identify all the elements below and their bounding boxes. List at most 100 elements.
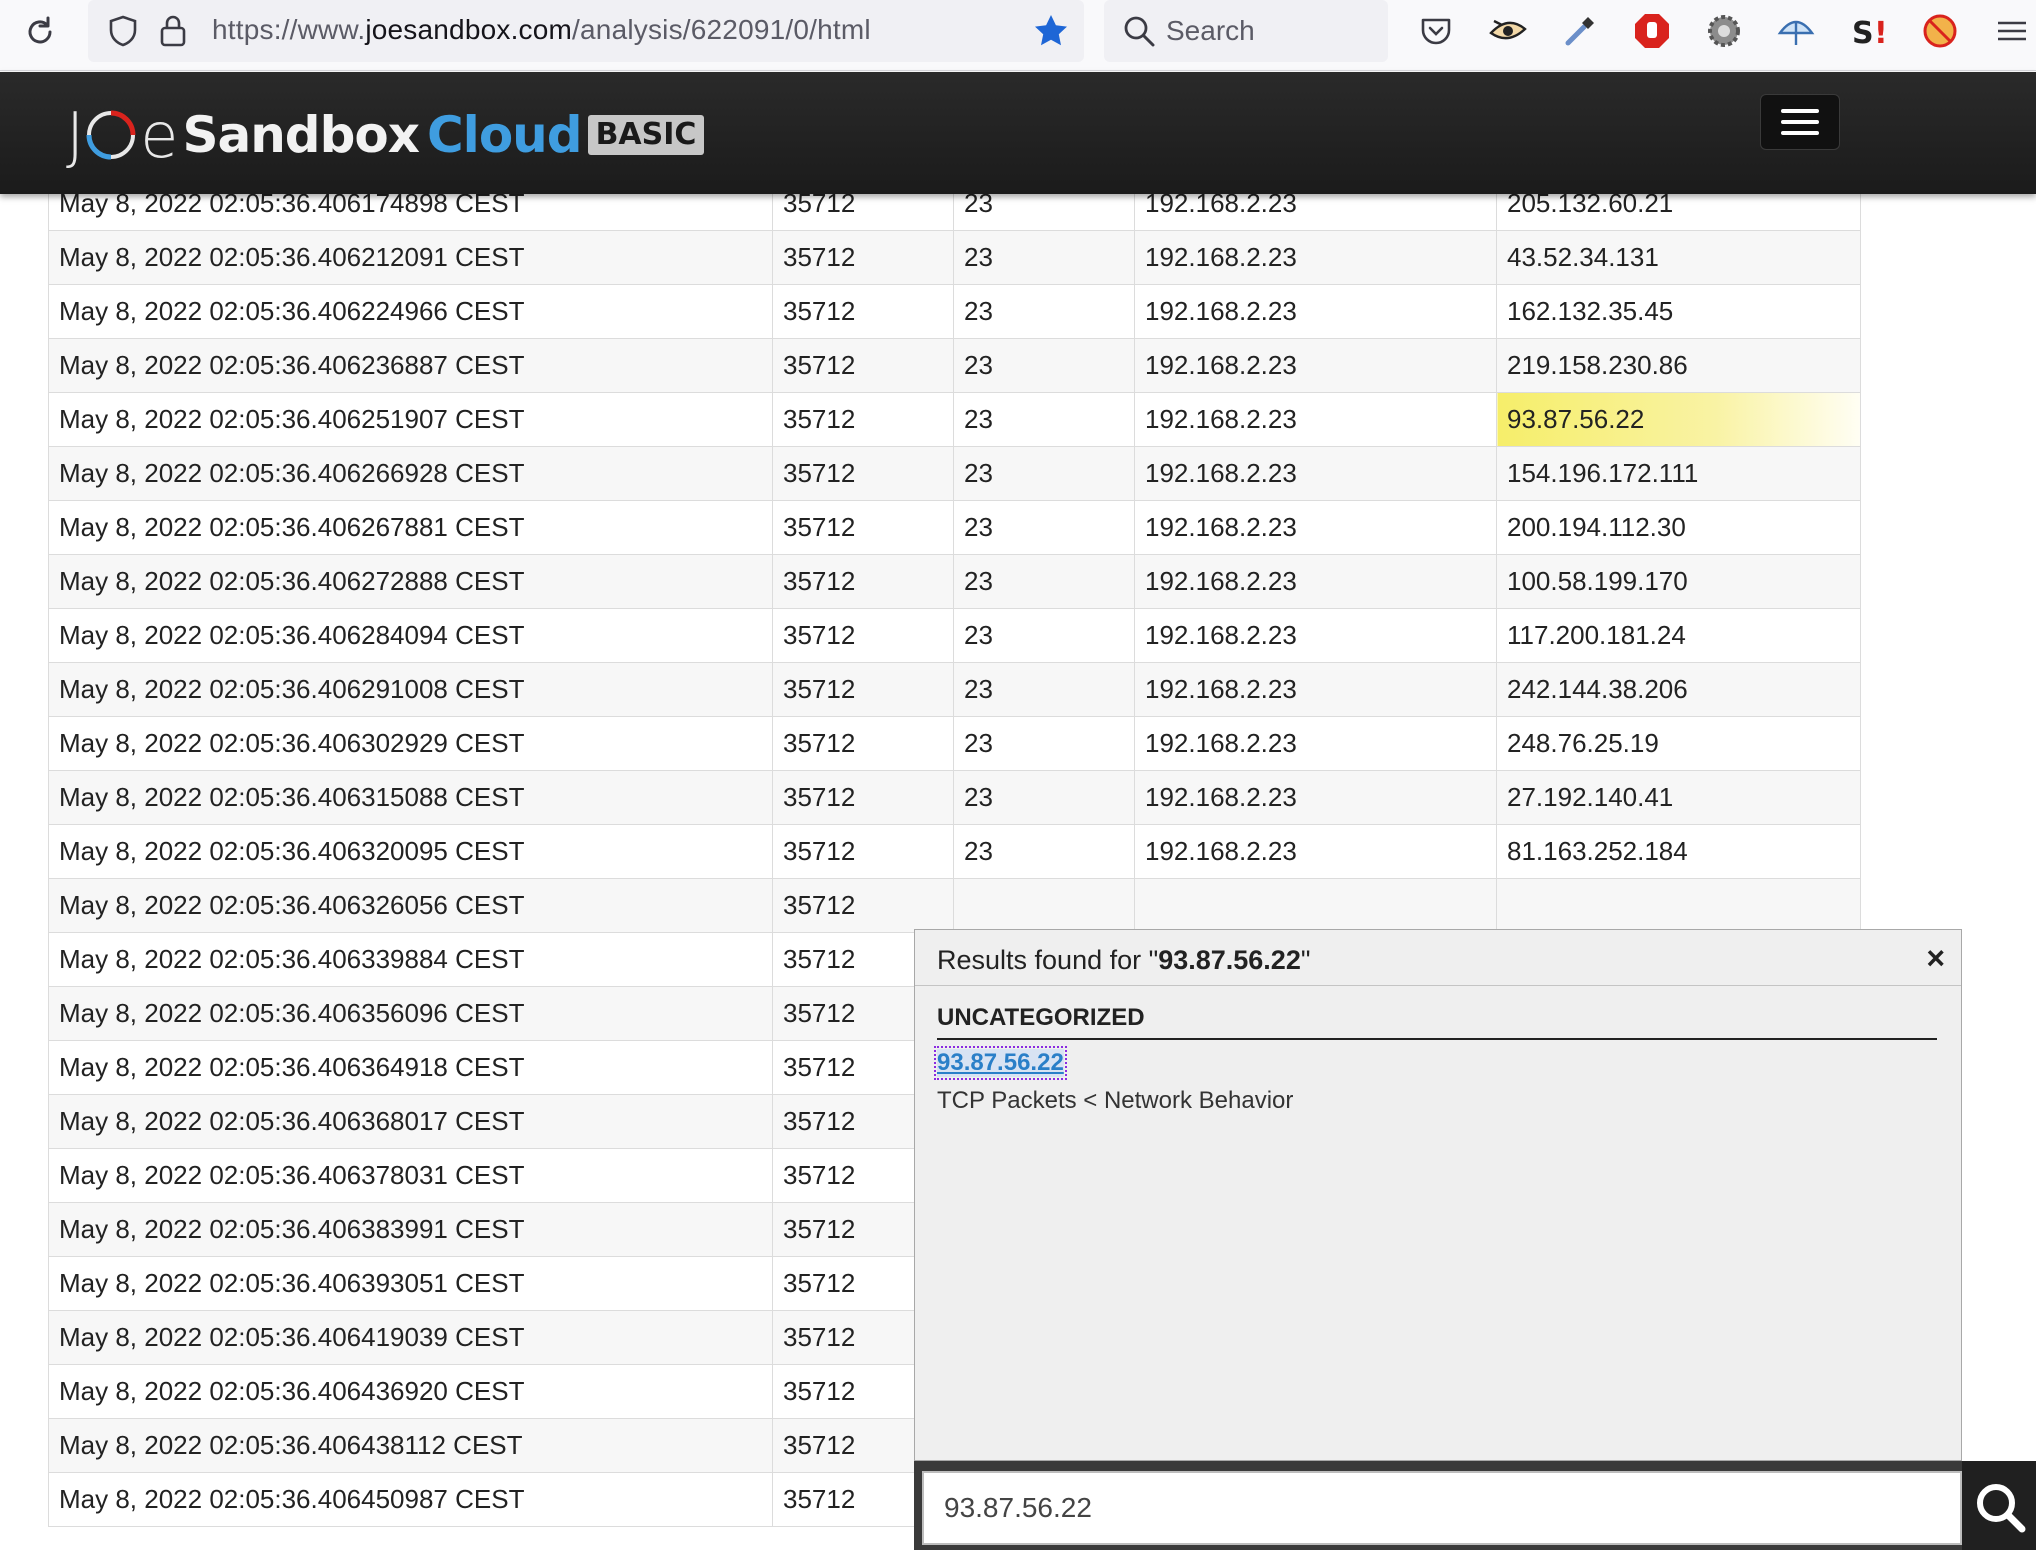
dest-ip-cell: 200.194.112.30 — [1496, 500, 1861, 555]
logo-sandbox: Sandbox — [182, 106, 420, 164]
timestamp-cell: May 8, 2022 02:05:36.406267881 CEST — [48, 500, 773, 555]
timestamp-cell: May 8, 2022 02:05:36.406438112 CEST — [48, 1418, 773, 1473]
timestamp-cell: May 8, 2022 02:05:36.406320095 CEST — [48, 824, 773, 879]
logo-letter-e: e — [140, 98, 179, 172]
source-ip-cell: 192.168.2.23 — [1134, 230, 1497, 285]
s-extension-icon[interactable]: S ! — [1848, 11, 1888, 51]
source-ip-cell: 192.168.2.23 — [1134, 446, 1497, 501]
source-ip-cell: 192.168.2.23 — [1134, 662, 1497, 717]
timestamp-cell: May 8, 2022 02:05:36.406383991 CEST — [48, 1202, 773, 1257]
dest-ip-cell: 117.200.181.24 — [1496, 608, 1861, 663]
dest-ip-cell — [1496, 878, 1861, 933]
table-row: May 8, 2022 02:05:36.406291008 CEST 35712… — [48, 662, 1861, 717]
dest-ip-cell: 27.192.140.41 — [1496, 770, 1861, 825]
hamburger-line — [1781, 109, 1819, 113]
popup-title: Results found for "93.87.56.22" — [937, 945, 1311, 975]
table-row: May 8, 2022 02:05:36.406326056 CEST 35712 — [48, 878, 1861, 933]
timestamp-cell: May 8, 2022 02:05:36.406378031 CEST — [48, 1148, 773, 1203]
eyedropper-icon[interactable] — [1560, 11, 1600, 51]
vpn-extension-icon[interactable] — [1776, 11, 1816, 51]
popup-header: Results found for "93.87.56.22" × — [915, 930, 1961, 986]
search-icon — [1977, 1484, 2026, 1533]
gear-extension-icon[interactable] — [1704, 11, 1744, 51]
browser-search-box[interactable]: Search — [1104, 0, 1388, 62]
logo-letter-j: J — [66, 98, 84, 172]
blocked-extension-icon[interactable] — [1920, 11, 1960, 51]
table-row: May 8, 2022 02:05:36.406284094 CEST 35712… — [48, 608, 1861, 663]
dest-ip-cell: 81.163.252.184 — [1496, 824, 1861, 879]
dest-port-cell: 23 — [953, 824, 1135, 879]
source-ip-cell: 192.168.2.23 — [1134, 392, 1497, 447]
timestamp-cell: May 8, 2022 02:05:36.406339884 CEST — [48, 932, 773, 987]
site-header: J e Sandbox Cloud BASIC — [0, 72, 2036, 194]
dest-port-cell — [953, 878, 1135, 933]
dest-port-cell: 23 — [953, 284, 1135, 339]
hamburger-line — [1781, 120, 1819, 124]
result-link[interactable]: 93.87.56.22 — [934, 1046, 1067, 1080]
eye-extension-icon[interactable] — [1488, 11, 1528, 51]
table-row: May 8, 2022 02:05:36.406236887 CEST 35712… — [48, 338, 1861, 393]
search-placeholder: Search — [1166, 15, 1255, 46]
reload-icon[interactable] — [22, 14, 58, 50]
logo-tier-badge: BASIC — [587, 115, 705, 155]
timestamp-cell: May 8, 2022 02:05:36.406450987 CEST — [48, 1472, 773, 1527]
source-port-cell: 35712 — [772, 878, 954, 933]
dest-ip-cell: 154.196.172.111 — [1496, 446, 1861, 501]
dest-ip-cell: 93.87.56.22 — [1496, 392, 1861, 447]
timestamp-cell: May 8, 2022 02:05:36.406251907 CEST — [48, 392, 773, 447]
timestamp-cell: May 8, 2022 02:05:36.406356096 CEST — [48, 986, 773, 1041]
timestamp-cell: May 8, 2022 02:05:36.406291008 CEST — [48, 662, 773, 717]
url-text[interactable]: https://www.joesandbox.com/analysis/6220… — [212, 14, 871, 46]
svg-text:S: S — [1852, 16, 1874, 51]
source-ip-cell: 192.168.2.23 — [1134, 338, 1497, 393]
dest-ip-cell: 162.132.35.45 — [1496, 284, 1861, 339]
close-icon[interactable]: × — [1926, 940, 1945, 977]
source-port-cell: 35712 — [772, 608, 954, 663]
source-port-cell: 35712 — [772, 554, 954, 609]
bookmark-star-icon[interactable] — [1032, 12, 1070, 50]
logo-ring-icon — [86, 110, 136, 160]
dest-port-cell: 23 — [953, 500, 1135, 555]
dest-ip-cell: 248.76.25.19 — [1496, 716, 1861, 771]
dest-port-cell: 23 — [953, 338, 1135, 393]
timestamp-cell: May 8, 2022 02:05:36.406302929 CEST — [48, 716, 773, 771]
search-button[interactable] — [1962, 1461, 2036, 1550]
dest-port-cell: 23 — [953, 770, 1135, 825]
timestamp-cell: May 8, 2022 02:05:36.406212091 CEST — [48, 230, 773, 285]
timestamp-cell: May 8, 2022 02:05:36.406272888 CEST — [48, 554, 773, 609]
source-port-cell: 35712 — [772, 716, 954, 771]
dest-port-cell: 23 — [953, 554, 1135, 609]
address-bar[interactable]: https://www.joesandbox.com/analysis/6220… — [88, 0, 1084, 62]
dest-port-cell: 23 — [953, 392, 1135, 447]
search-icon — [1124, 16, 1155, 47]
table-row: May 8, 2022 02:05:36.406315088 CEST 35712… — [48, 770, 1861, 825]
source-ip-cell: 192.168.2.23 — [1134, 554, 1497, 609]
source-port-cell: 35712 — [772, 500, 954, 555]
page-search-bar — [914, 1461, 2036, 1550]
table-row: May 8, 2022 02:05:36.406251907 CEST 35712… — [48, 392, 1861, 447]
dest-ip-cell: 219.158.230.86 — [1496, 338, 1861, 393]
timestamp-cell: May 8, 2022 02:05:36.406315088 CEST — [48, 770, 773, 825]
timestamp-cell: May 8, 2022 02:05:36.406224966 CEST — [48, 284, 773, 339]
svg-text:!: ! — [1874, 16, 1888, 51]
table-row: May 8, 2022 02:05:36.406320095 CEST 35712… — [48, 824, 1861, 879]
joe-sandbox-logo[interactable]: J e Sandbox Cloud BASIC — [66, 96, 705, 174]
result-breadcrumb: TCP Packets < Network Behavior — [937, 1087, 1294, 1114]
shield-icon[interactable] — [106, 14, 140, 48]
nav-toggle-button[interactable] — [1760, 94, 1840, 150]
source-ip-cell: 192.168.2.23 — [1134, 284, 1497, 339]
menu-icon[interactable] — [1992, 11, 2032, 51]
page-search-input[interactable] — [922, 1471, 1962, 1545]
dest-port-cell: 23 — [953, 662, 1135, 717]
table-row: May 8, 2022 02:05:36.406212091 CEST 35712… — [48, 230, 1861, 285]
timestamp-cell: May 8, 2022 02:05:36.406419039 CEST — [48, 1310, 773, 1365]
timestamp-cell: May 8, 2022 02:05:36.406393051 CEST — [48, 1256, 773, 1311]
lock-icon[interactable] — [156, 12, 190, 48]
source-ip-cell: 192.168.2.23 — [1134, 770, 1497, 825]
result-category-heading: UNCATEGORIZED — [937, 1004, 1937, 1040]
table-row: May 8, 2022 02:05:36.406224966 CEST 35712… — [48, 284, 1861, 339]
pocket-icon[interactable] — [1416, 11, 1456, 51]
source-port-cell: 35712 — [772, 338, 954, 393]
adblock-icon[interactable] — [1632, 11, 1672, 51]
dest-port-cell: 23 — [953, 716, 1135, 771]
